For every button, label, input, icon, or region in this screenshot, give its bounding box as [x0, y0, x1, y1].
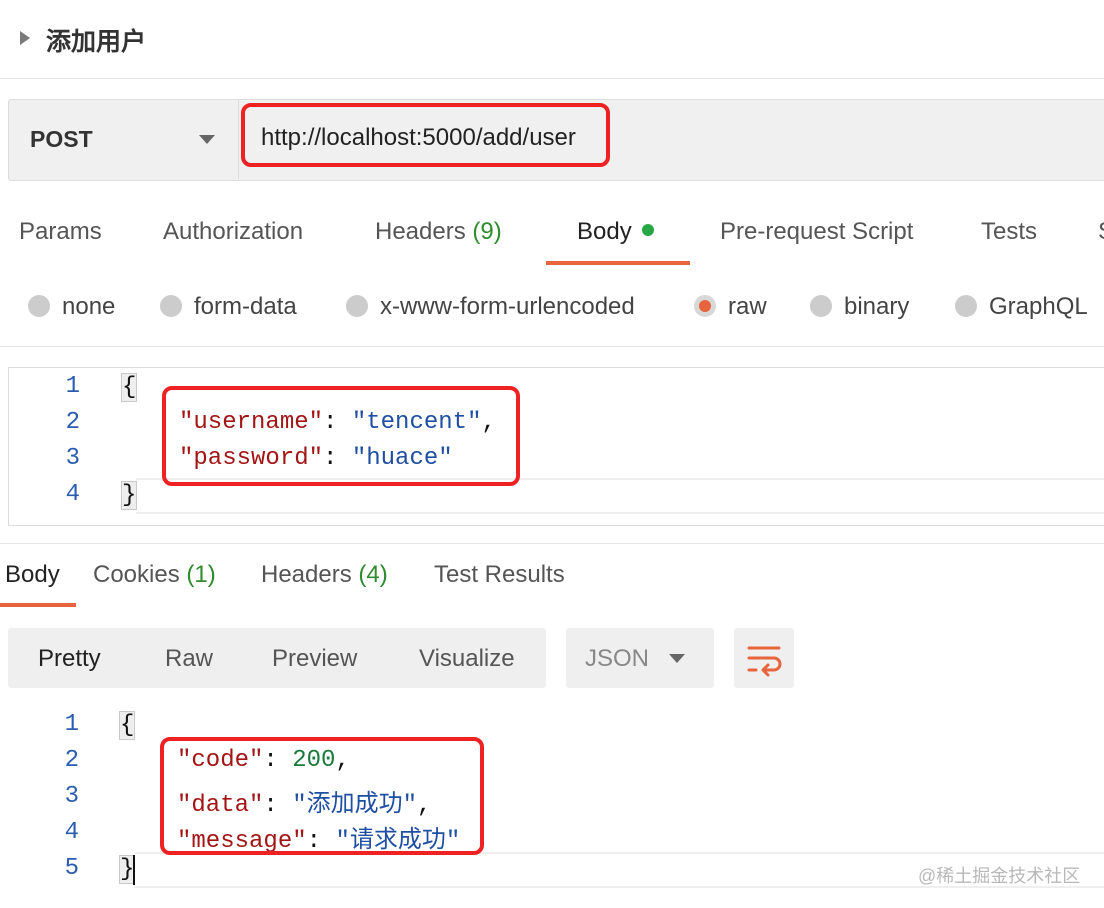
radio-selected-icon: [694, 295, 716, 317]
request-body-highlight-box: [162, 386, 520, 486]
line-number: 3: [65, 445, 80, 472]
expand-caret-icon[interactable]: [20, 31, 30, 45]
radio-circle-icon: [955, 295, 977, 317]
text-cursor: [133, 855, 135, 885]
tab-label: Pre-request Script: [720, 218, 914, 245]
tab-label: Authorization: [163, 218, 304, 245]
request-title[interactable]: 添加用户: [46, 22, 146, 58]
tab-label: S: [1098, 218, 1104, 245]
radio-form-data[interactable]: form-data: [160, 293, 297, 321]
radio-label: binary: [844, 293, 910, 320]
active-tab-underline: [546, 261, 690, 265]
radio-circle-icon: [160, 295, 182, 317]
section-divider: [0, 543, 1104, 544]
response-tab-cookies[interactable]: Cookies (1): [93, 561, 216, 589]
wrap-lines-button[interactable]: [734, 628, 794, 688]
view-visualize-button[interactable]: Visualize: [419, 645, 515, 673]
open-brace: {: [119, 711, 136, 740]
radio-none[interactable]: none: [28, 293, 115, 321]
radio-label: raw: [728, 293, 767, 320]
tab-label: Cookies: [93, 561, 180, 588]
response-tab-body[interactable]: Body: [5, 561, 60, 589]
radio-label: none: [62, 293, 116, 320]
tab-label: Tests: [981, 218, 1038, 245]
tab-label: Params: [19, 218, 102, 245]
radio-raw[interactable]: raw: [694, 293, 767, 321]
active-dot-icon: [641, 224, 654, 236]
line-guide: [136, 512, 1104, 514]
radio-binary[interactable]: binary: [810, 293, 909, 321]
radio-circle-icon: [346, 295, 368, 317]
section-divider: [0, 346, 1104, 347]
tab-tests[interactable]: Tests: [981, 218, 1037, 246]
tab-count: (1): [186, 561, 216, 588]
chevron-down-icon[interactable]: [199, 135, 215, 144]
view-preview-button[interactable]: Preview: [272, 645, 357, 673]
tab-label: Test Results: [434, 561, 565, 588]
url-highlight-box: [241, 103, 610, 167]
line-number: 3: [64, 783, 79, 810]
open-brace: {: [121, 373, 138, 402]
method-select[interactable]: POST: [30, 126, 93, 153]
close-brace: }: [121, 481, 138, 510]
tab-label: Body: [5, 561, 60, 588]
radio-circle-icon: [28, 295, 50, 317]
active-tab-underline: [0, 603, 76, 607]
line-number: 4: [65, 481, 80, 508]
radio-x-www-form-urlencoded[interactable]: x-www-form-urlencoded: [346, 293, 635, 321]
tab-headers[interactable]: Headers (9): [375, 218, 502, 246]
method-divider: [238, 100, 239, 179]
tab-pre-request-script[interactable]: Pre-request Script: [720, 218, 913, 246]
response-body-highlight-box: [160, 737, 484, 855]
request-title-bar: [0, 0, 1104, 79]
line-number: 2: [64, 747, 79, 774]
tab-body[interactable]: Body: [577, 218, 654, 246]
watermark: @稀土掘金技术社区: [918, 866, 1081, 886]
line-number: 2: [65, 409, 80, 436]
radio-label: GraphQL: [989, 293, 1088, 320]
wrap-lines-icon: [747, 646, 782, 677]
radio-label: form-data: [194, 293, 297, 320]
response-tab-test-results[interactable]: Test Results: [434, 561, 565, 589]
line-number: 4: [64, 819, 79, 846]
format-label: JSON: [585, 645, 650, 672]
radio-circle-icon: [810, 295, 832, 317]
tab-params[interactable]: Params: [19, 218, 102, 246]
tab-label: Body: [577, 218, 632, 245]
tab-authorization[interactable]: Authorization: [163, 218, 303, 246]
chevron-down-icon[interactable]: [669, 654, 685, 663]
tab-settings-partial[interactable]: S: [1098, 218, 1104, 246]
tab-count: (9): [472, 218, 502, 245]
line-number: 1: [65, 373, 80, 400]
tab-count: (4): [358, 561, 388, 588]
view-raw-button[interactable]: Raw: [165, 645, 213, 673]
radio-label: x-www-form-urlencoded: [380, 293, 635, 320]
line-number: 1: [64, 711, 79, 738]
radio-graphql[interactable]: GraphQL: [955, 293, 1088, 321]
line-number: 5: [64, 855, 79, 882]
tab-label: Headers: [375, 218, 466, 245]
tab-label: Headers: [261, 561, 352, 588]
response-tab-headers[interactable]: Headers (4): [261, 561, 388, 589]
view-pretty-button[interactable]: Pretty: [38, 645, 101, 673]
